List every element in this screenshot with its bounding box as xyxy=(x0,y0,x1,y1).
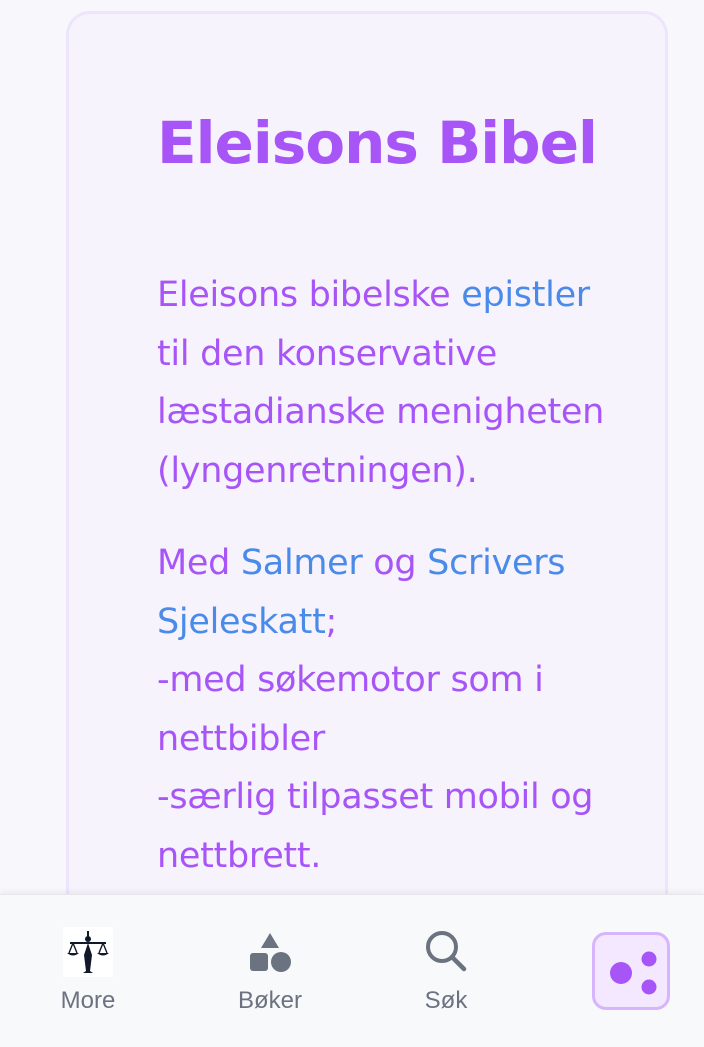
tab-more-label: More xyxy=(60,987,116,1014)
shapes-icon xyxy=(248,931,292,973)
epistler-link[interactable]: epistler xyxy=(461,275,590,315)
features-line-6: nettbrett. xyxy=(157,835,322,876)
tab-boker-label: Bøker xyxy=(237,987,302,1014)
bottom-tab-bar: More Bøker Søk xyxy=(0,894,704,1047)
features-line-1: Med Salmer og Scrivers xyxy=(157,543,566,583)
scrivers-link[interactable]: Scrivers xyxy=(427,543,565,583)
menu-button[interactable] xyxy=(590,895,676,1047)
tab-more[interactable]: More xyxy=(28,895,148,1047)
intro-line-3: læstadianske menigheten xyxy=(157,392,604,432)
features-paragraph: Med Salmer og Scrivers Sjeleskatt; -med … xyxy=(157,534,627,885)
tab-sok-label: Søk xyxy=(424,987,468,1014)
menu-button-frame xyxy=(592,932,670,1010)
features-line-3: -med søkemotor som i xyxy=(157,660,544,700)
justice-scales-logo-icon xyxy=(63,927,113,977)
tab-sok[interactable]: Søk xyxy=(386,895,506,1047)
intro-paragraph: Eleisons bibelske epistler til den konse… xyxy=(157,266,627,500)
salmer-link[interactable]: Salmer xyxy=(241,543,363,583)
features-line-4: nettbibler xyxy=(157,718,325,759)
intro-line-4: (lyngenretningen). xyxy=(157,450,478,491)
sjeleskatt-link[interactable]: Sjeleskatt xyxy=(157,602,326,642)
features-line-5: -særlig tilpasset mobil og xyxy=(157,777,594,817)
dots-menu-icon xyxy=(610,951,657,995)
content-card: Eleisons Bibel Eleisons bibelske epistle… xyxy=(66,11,668,1011)
intro-line-2: til den konservative xyxy=(157,333,497,374)
tab-boker[interactable]: Bøker xyxy=(210,895,330,1047)
page-title: Eleisons Bibel xyxy=(157,109,598,177)
search-icon xyxy=(424,929,468,973)
features-line-2: Sjeleskatt; xyxy=(157,601,338,642)
intro-line-1: Eleisons bibelske epistler xyxy=(157,275,590,315)
